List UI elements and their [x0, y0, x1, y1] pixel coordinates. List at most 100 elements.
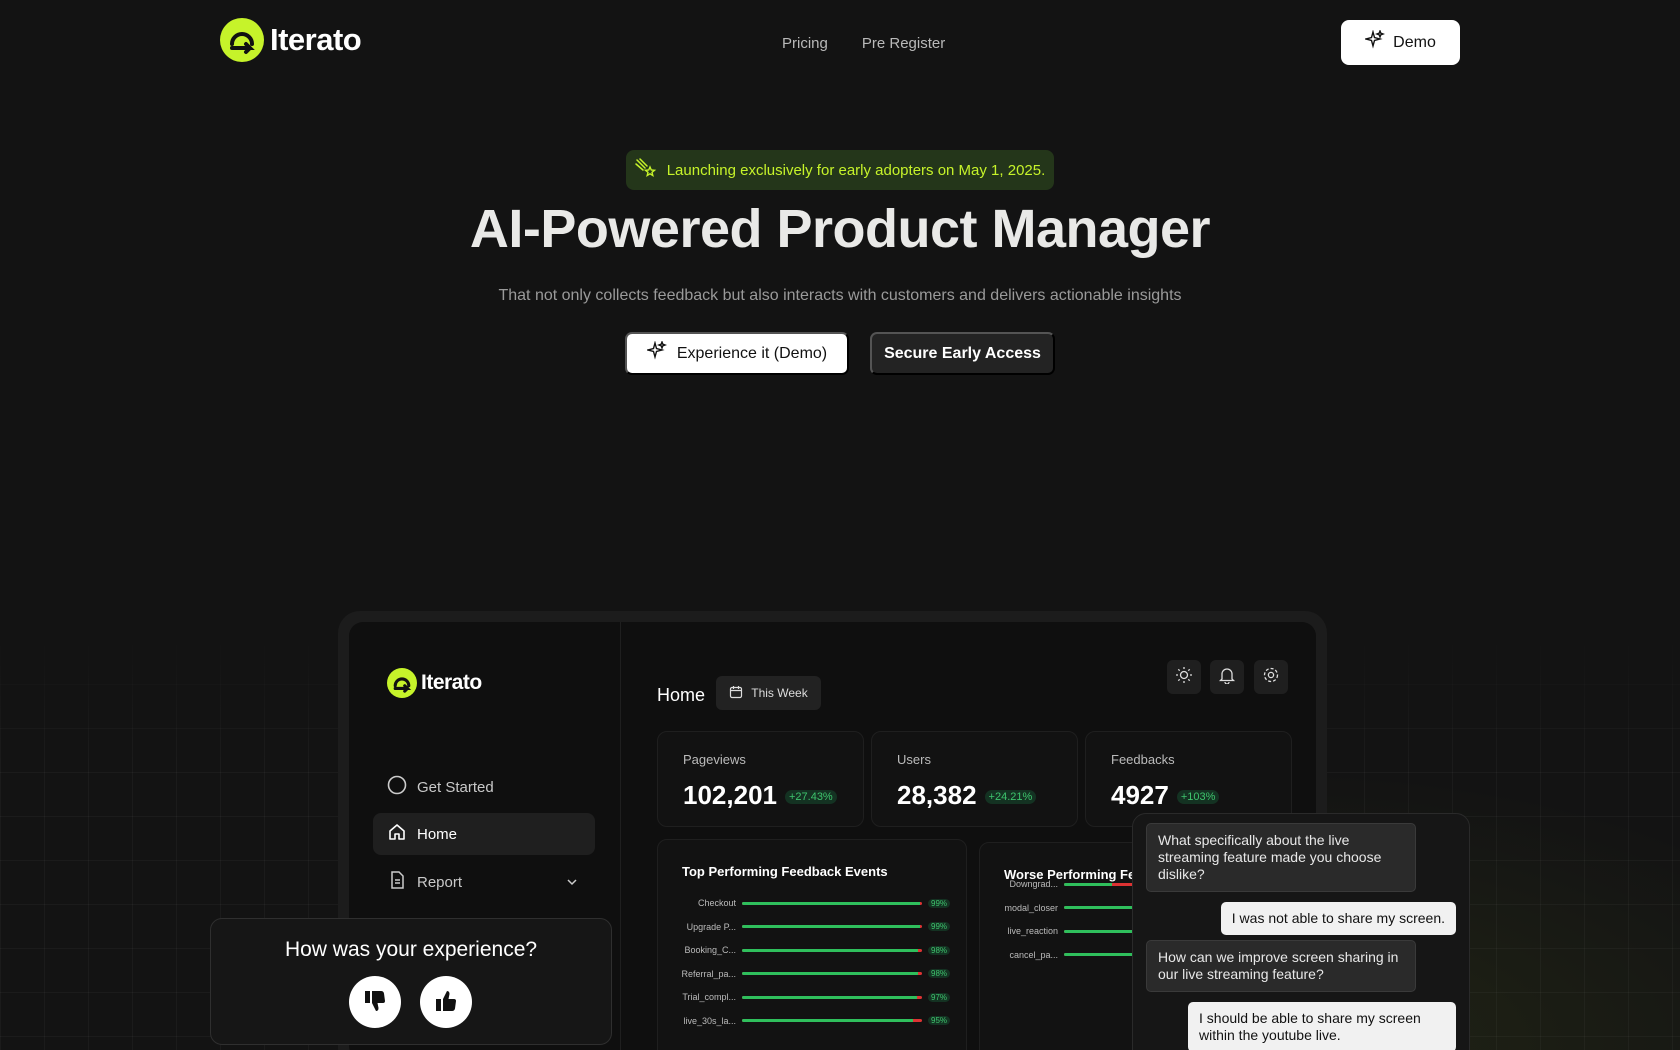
brand-logo[interactable]: Iterato [220, 18, 362, 62]
nav-link-pricing[interactable]: Pricing [782, 35, 828, 52]
bar-percent-badge: 99% [928, 898, 951, 908]
chevron-down-icon [565, 875, 579, 893]
bar-fill [1064, 882, 1112, 886]
hero-title: AI-Powered Product Manager [469, 199, 1211, 259]
bell-icon [1218, 666, 1236, 689]
sparkle-icon [645, 339, 667, 366]
bar-track [742, 925, 922, 928]
stat-delta-badge: +24.21% [984, 790, 1037, 805]
bar-track [742, 901, 922, 905]
stat-label: Pageviews [683, 752, 746, 767]
sidebar-item-label: Home [417, 825, 458, 843]
bar-label: Referral_pa... [681, 968, 736, 979]
page-title: Home [657, 685, 706, 705]
bar-fill [742, 948, 919, 952]
secure-early-access-button[interactable]: Secure Early Access [870, 332, 1055, 375]
bar-row: Checkout 99% [658, 896, 966, 910]
bar-label: Downgrad... [1009, 879, 1058, 889]
chat-message-user: I was not able to share my screen. [1220, 902, 1456, 935]
gear-icon [1262, 666, 1280, 689]
bar-track [742, 948, 922, 952]
bar-percent-badge: 99% [928, 922, 951, 931]
sidebar-item-report[interactable]: Report [373, 861, 595, 903]
stat-delta-badge: +103% [1176, 790, 1220, 805]
bar-row: live_30s_la... 95% [658, 1014, 966, 1028]
ai-chat-window: What specifically about the live streami… [1132, 813, 1470, 1050]
thumbs-down-button[interactable] [349, 976, 401, 1028]
app-logo: Iterato [387, 668, 482, 698]
bar-label: cancel_pa... [1009, 949, 1058, 960]
stat-value-row: 28,382 +24.21% [897, 780, 1037, 811]
experience-feedback-widget: How was your experience? [210, 918, 612, 1045]
stat-card-users: Users 28,382 +24.21% [871, 731, 1078, 827]
bar-track [742, 1019, 922, 1022]
stat-label: Feedbacks [1111, 752, 1175, 767]
bar-label: Checkout [697, 898, 736, 908]
logo-icon [220, 18, 264, 62]
thumbs-down-icon [362, 988, 388, 1017]
stat-delta-badge: +27.43% [784, 790, 837, 805]
bar-percent-badge: 97% [928, 992, 951, 1002]
date-range-button[interactable]: This Week [716, 676, 821, 710]
stat-value: 102,201 [683, 780, 777, 810]
bar-fill [1064, 906, 1136, 909]
sidebar-item-label: Get Started [417, 778, 494, 796]
stat-value-row: 102,201 +27.43% [683, 780, 837, 811]
sidebar-item-label: Report [417, 873, 463, 891]
bar-row: Upgrade P... 99% [658, 920, 966, 934]
theme-toggle-button[interactable] [1167, 660, 1201, 694]
hero-subtitle: That not only collects feedback but also… [498, 287, 1182, 304]
bar-fill [742, 1019, 913, 1022]
circle-icon [387, 775, 407, 799]
bar-label: Booking_C... [684, 945, 736, 955]
stat-value: 28,382 [897, 780, 977, 810]
bar-fill [742, 972, 919, 975]
bar-label: Upgrade P... [686, 921, 736, 932]
bar-track [742, 995, 922, 999]
sidebar-item-get-started[interactable]: Get Started [373, 766, 595, 808]
bar-label: live_30s_la... [683, 1015, 736, 1026]
bar-row: Referral_pa... 98% [658, 967, 966, 981]
feedback-question: How was your experience? [284, 938, 538, 961]
bar-percent-badge: 95% [928, 1016, 951, 1025]
panel-title: Top Performing Feedback Events [682, 864, 888, 879]
stat-label: Users [897, 752, 931, 767]
chat-message-user: I should be able to share my screen with… [1188, 1002, 1456, 1050]
stat-card-pageviews: Pageviews 102,201 +27.43% [657, 731, 864, 827]
experience-demo-label: Experience it (Demo) [676, 344, 828, 362]
launch-badge: Launching exclusively for early adopters… [626, 150, 1054, 190]
notifications-button[interactable] [1210, 660, 1244, 694]
bar-label: Trial_compl... [682, 992, 736, 1002]
sparkle-icon [1363, 28, 1386, 55]
settings-button[interactable] [1254, 660, 1288, 694]
experience-demo-button[interactable]: Experience it (Demo) [625, 332, 849, 375]
nav-link-pre-register[interactable]: Pre Register [862, 35, 945, 52]
bar-label: modal_closer [1004, 902, 1058, 913]
thumbs-up-icon [433, 988, 459, 1017]
bar-fill [742, 995, 917, 999]
nav-demo-label: Demo [1393, 33, 1436, 51]
chat-message-ai: How can we improve screen sharing in our… [1146, 940, 1416, 992]
bar-row: Trial_compl... 97% [658, 990, 966, 1004]
stat-value-row: 4927 +103% [1111, 780, 1220, 811]
sun-icon [1175, 666, 1193, 689]
sidebar-item-home[interactable]: Home [373, 813, 595, 855]
home-icon [387, 822, 407, 846]
bar-track [742, 972, 922, 975]
stat-value: 4927 [1111, 780, 1169, 810]
calendar-icon [729, 685, 743, 702]
document-icon [387, 870, 407, 894]
top-feedback-events-panel: Top Performing Feedback Events Checkout 9… [657, 839, 967, 1050]
launch-badge-text: Launching exclusively for early adopters… [666, 161, 1046, 179]
nav-demo-button[interactable]: Demo [1341, 20, 1460, 65]
date-range-label: This Week [751, 686, 808, 700]
bar-percent-badge: 98% [928, 945, 951, 955]
bar-row: Booking_C... 98% [658, 943, 966, 957]
bar-fill [742, 901, 921, 905]
bar-fill [742, 925, 921, 928]
logo-icon [387, 668, 417, 698]
app-brand-name: Iterato [421, 671, 482, 694]
thumbs-up-button[interactable] [420, 976, 472, 1028]
top-nav: Iterato Pricing Pre Register Demo [0, 0, 1680, 86]
nav-links: Pricing Pre Register [782, 35, 945, 52]
